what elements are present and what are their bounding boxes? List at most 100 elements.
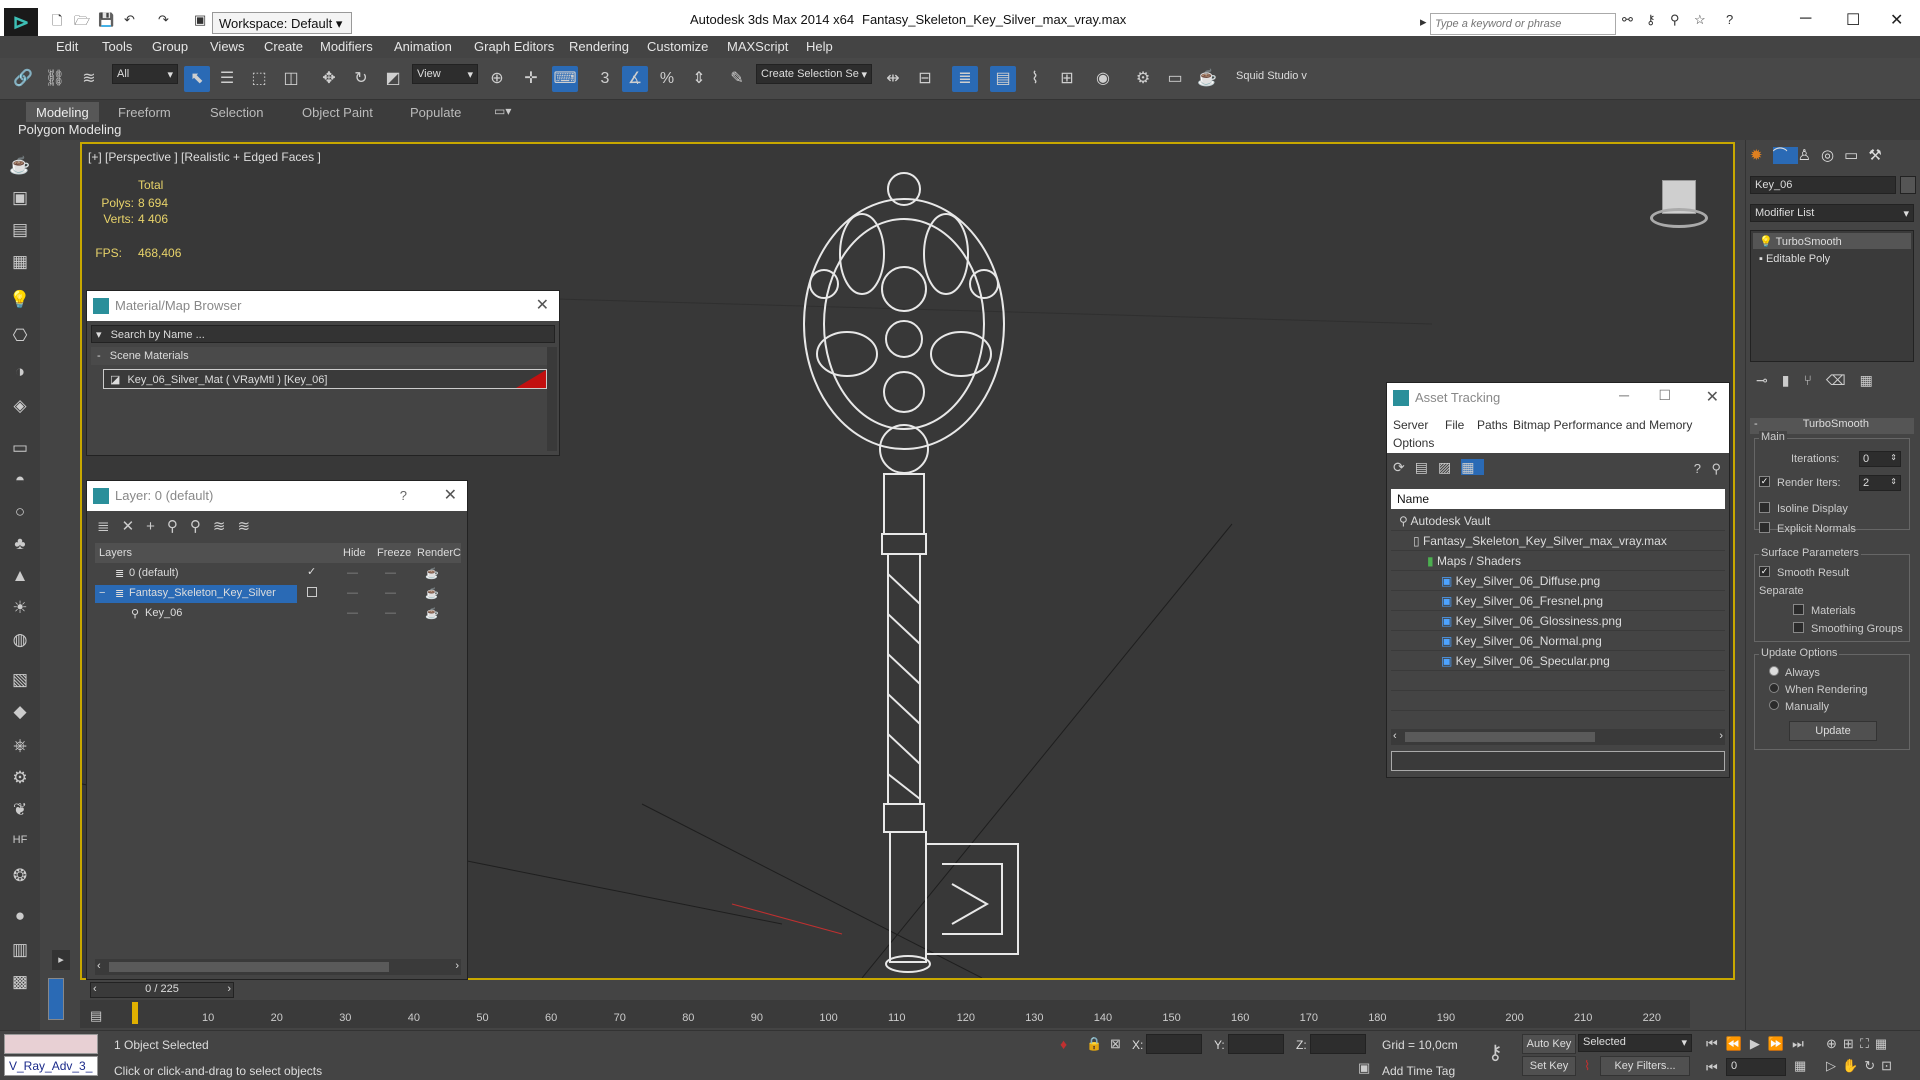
close-icon[interactable]: ✕: [1890, 10, 1903, 30]
render-element-icon[interactable]: ◆: [8, 702, 32, 726]
layer-manager-icon[interactable]: ≣: [952, 66, 978, 92]
zoom-extents-all-icon[interactable]: ▦: [1875, 1036, 1893, 1051]
current-frame-marker[interactable]: [132, 1002, 138, 1024]
window-crossing-icon[interactable]: ◫: [278, 66, 304, 92]
edit-named-selection-icon[interactable]: ✎: [724, 66, 750, 92]
material-browser-close-icon[interactable]: ✕: [536, 295, 549, 315]
teapot-icon[interactable]: ☕: [8, 156, 32, 180]
menu-help[interactable]: Help: [806, 39, 833, 54]
render-setup-icon[interactable]: ⚙: [1130, 66, 1156, 92]
key-filters-button[interactable]: Key Filters...: [1600, 1056, 1690, 1076]
track-view-icon[interactable]: ▦: [8, 252, 32, 276]
list-item[interactable]: ▮ Maps / Shaders: [1391, 551, 1725, 571]
menu-maxscript[interactable]: MAXScript: [727, 39, 788, 54]
material-item[interactable]: ◪ Key_06_Silver_Mat ( VRayMtl ) [Key_06]: [103, 369, 547, 389]
always-radio[interactable]: [1769, 665, 1779, 677]
expand-box-icon[interactable]: ▪: [1759, 253, 1763, 265]
settings-gear-icon[interactable]: ⚙: [8, 768, 32, 792]
list-item[interactable]: ▯ Fantasy_Skeleton_Key_Silver_max_vray.m…: [1391, 531, 1725, 551]
create-tab-icon[interactable]: ✹: [1750, 147, 1773, 164]
asset-horizontal-scrollbar[interactable]: ‹ ›: [1391, 729, 1725, 745]
hdri-icon[interactable]: HF: [8, 834, 32, 858]
info-center-arrow-icon[interactable]: ▸: [1420, 14, 1427, 30]
pan-icon[interactable]: ✋: [1842, 1058, 1864, 1073]
show-end-result-icon[interactable]: ▮: [1782, 372, 1804, 388]
render-teapot-icon[interactable]: ☕: [425, 587, 439, 600]
viewport-label[interactable]: [+] [Perspective ] [Realistic + Edged Fa…: [88, 150, 321, 164]
list-item[interactable]: ▣ Key_Silver_06_Normal.png: [1391, 631, 1725, 651]
asset-menu-server[interactable]: Server: [1393, 418, 1428, 432]
communication-icon[interactable]: ⚲: [1670, 12, 1680, 28]
workspace-dropdown[interactable]: Workspace: Default ▾: [212, 12, 352, 34]
column-color[interactable]: C: [453, 547, 461, 559]
column-hide[interactable]: Hide: [343, 547, 366, 559]
smoothing-groups-checkbox[interactable]: [1793, 621, 1804, 633]
sphere-icon[interactable]: ◑: [8, 362, 32, 386]
angle-snap-icon[interactable]: ∡: [622, 66, 648, 92]
material-search-menu-icon[interactable]: ▾: [96, 329, 102, 341]
list-view-icon[interactable]: ▤: [1415, 459, 1438, 475]
selection-lock-icon[interactable]: 🔒: [1086, 1036, 1102, 1052]
time-configuration-icon[interactable]: ▦: [1794, 1058, 1806, 1074]
freeze-toggle[interactable]: —: [385, 607, 396, 619]
circle-icon[interactable]: ○: [8, 502, 32, 526]
expand-arrow-icon[interactable]: ▸: [52, 950, 70, 970]
asset-menu-options[interactable]: Options: [1393, 436, 1434, 450]
hide-toggle[interactable]: —: [347, 567, 358, 579]
select-object-icon[interactable]: ⬉: [184, 66, 210, 92]
snaps-toggle-icon[interactable]: 3: [592, 66, 618, 92]
scroll-thumb[interactable]: [109, 962, 389, 972]
rectangular-selection-icon[interactable]: ⬚: [246, 66, 272, 92]
select-manipulate-icon[interactable]: ✛: [518, 66, 544, 92]
scroll-left-icon[interactable]: ‹: [97, 960, 101, 972]
camera-icon[interactable]: ⎔: [8, 326, 32, 350]
list-item[interactable]: ▣ Key_Silver_06_Glossiness.png: [1391, 611, 1725, 631]
open-file-icon[interactable]: 🗁: [74, 12, 90, 34]
render-icon[interactable]: ▩: [8, 972, 32, 996]
curve-editor-icon[interactable]: ⌇: [1022, 66, 1048, 92]
material-editor-icon[interactable]: ◉: [1090, 66, 1116, 92]
fur-icon[interactable]: ❂: [8, 866, 32, 890]
keyword-search-input[interactable]: [1430, 13, 1616, 35]
menu-rendering[interactable]: Rendering: [569, 39, 629, 54]
add-to-layer-icon[interactable]: +: [146, 518, 167, 535]
utilities-tab-icon[interactable]: ⚒: [1868, 147, 1891, 164]
mini-listener-icon[interactable]: [48, 978, 64, 1020]
asset-help-icon[interactable]: ?: [1694, 461, 1701, 476]
menu-tools[interactable]: Tools: [102, 39, 132, 54]
auto-key-button[interactable]: Auto Key: [1522, 1034, 1576, 1054]
link-icon[interactable]: 🔗: [10, 66, 36, 92]
maximize-viewport-icon[interactable]: ⊡: [1881, 1058, 1898, 1073]
table-row[interactable]: ⚲ Key_06 — — ☕: [95, 605, 461, 623]
schematic-view-icon[interactable]: ⊞: [1054, 66, 1080, 92]
plant-icon[interactable]: ❦: [8, 800, 32, 824]
remove-modifier-icon[interactable]: ⌫: [1826, 372, 1860, 388]
asset-scroll-thumb[interactable]: [1405, 732, 1595, 742]
align-icon[interactable]: ⊟: [912, 66, 938, 92]
current-layer-check-icon[interactable]: ✓: [307, 565, 316, 578]
absolute-mode-icon[interactable]: ⊠: [1110, 1036, 1121, 1052]
create-layer-icon[interactable]: ≣: [97, 518, 122, 535]
light-icon[interactable]: 💡: [8, 290, 32, 314]
menu-views[interactable]: Views: [210, 39, 244, 54]
table-row[interactable]: ≣ 0 (default) ✓ — — ☕: [95, 565, 461, 583]
when-rendering-radio[interactable]: [1769, 682, 1779, 694]
motion-tab-icon[interactable]: ◎: [1821, 147, 1844, 164]
tab-modeling[interactable]: Modeling: [26, 102, 99, 122]
current-frame-field[interactable]: 0: [1726, 1058, 1786, 1076]
list-item[interactable]: ⚲ Autodesk Vault: [1391, 511, 1725, 531]
tab-populate[interactable]: Populate: [400, 102, 471, 122]
minimize-icon[interactable]: ─: [1800, 10, 1811, 28]
menu-modifiers[interactable]: Modifiers: [320, 39, 373, 54]
update-button[interactable]: Update: [1789, 721, 1877, 741]
asset-column-name[interactable]: Name: [1391, 489, 1725, 509]
freeze-toggle[interactable]: —: [385, 567, 396, 579]
asset-maximize-icon[interactable]: ☐: [1658, 387, 1671, 404]
asset-path-field[interactable]: [1391, 751, 1725, 771]
redo-icon[interactable]: ↷: [158, 12, 169, 28]
track-bar-menu-icon[interactable]: ▤: [90, 1008, 102, 1024]
current-layer-box[interactable]: [307, 587, 317, 597]
pivot-center-icon[interactable]: ⊕: [484, 66, 510, 92]
image-viewer-icon[interactable]: ▣: [8, 188, 32, 212]
make-unique-icon[interactable]: ⑂: [1803, 372, 1825, 388]
